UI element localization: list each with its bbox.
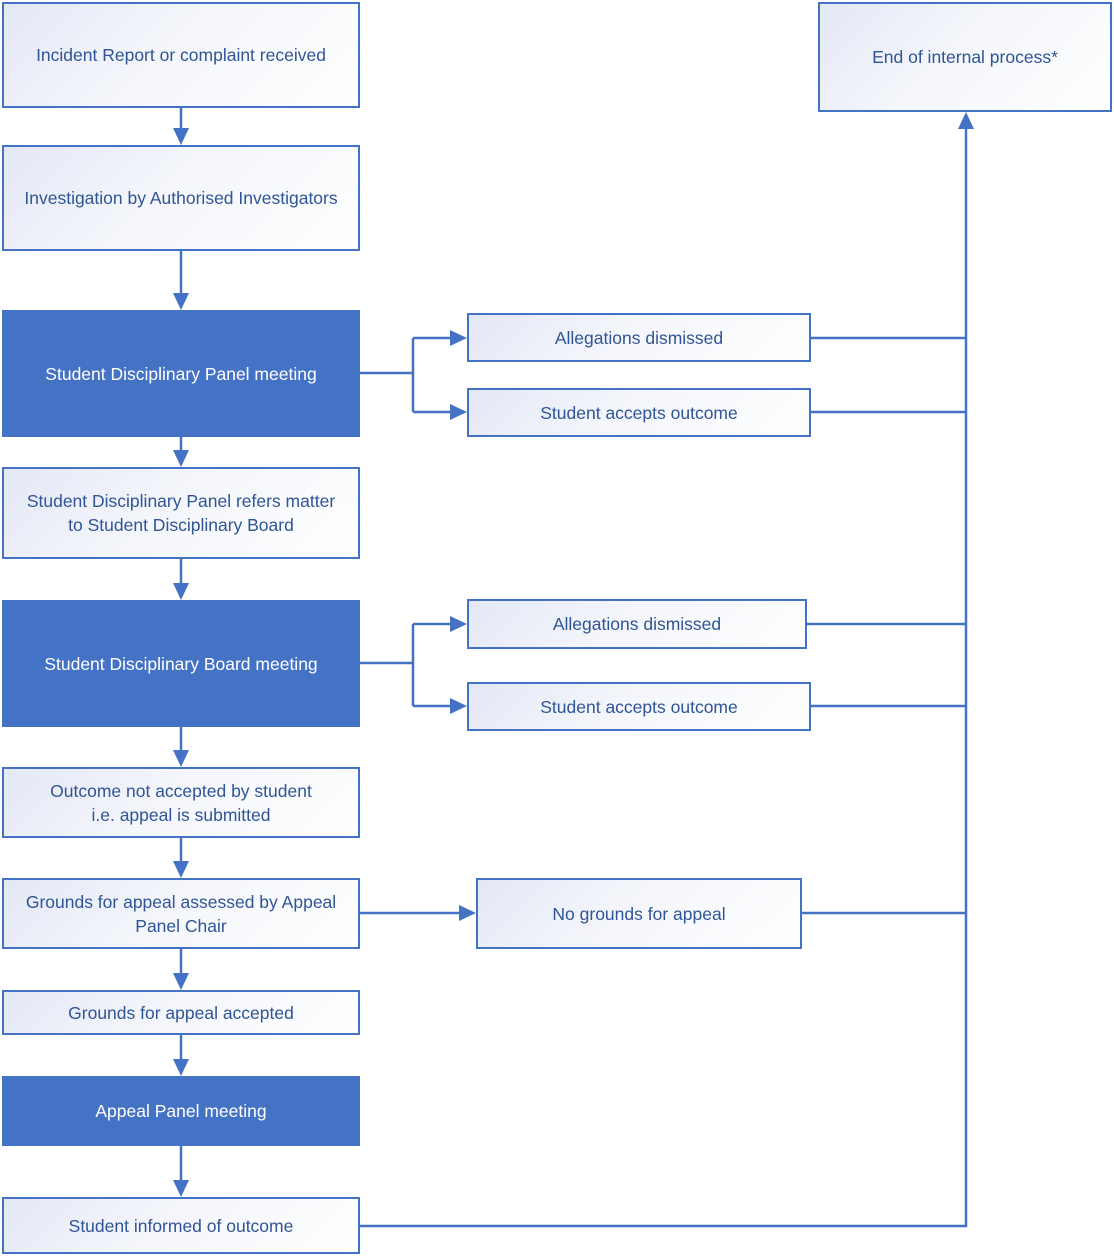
node-grounds-accepted: Grounds for appeal accepted xyxy=(2,990,360,1035)
node-panel-allegations-dismissed: Allegations dismissed xyxy=(467,313,811,362)
node-label: Student Disciplinary Board meeting xyxy=(44,653,318,674)
arrow-head-right xyxy=(450,330,467,346)
arrow-head-up xyxy=(958,112,974,129)
node-outcome-not-accepted: Outcome not accepted by student i.e. app… xyxy=(2,767,360,838)
node-board-meeting: Student Disciplinary Board meeting xyxy=(2,600,360,727)
node-incident-received: Incident Report or complaint received xyxy=(2,2,360,108)
arrow-head-down xyxy=(173,128,189,145)
node-label: Student Disciplinary Panel meeting xyxy=(45,363,317,384)
node-label: End of internal process* xyxy=(872,47,1058,67)
node-grounds-assessed: Grounds for appeal assessed by Appeal Pa… xyxy=(2,878,360,949)
arrow-head-down xyxy=(173,583,189,600)
node-panel-meeting: Student Disciplinary Panel meeting xyxy=(2,310,360,437)
node-label: Student informed of outcome xyxy=(68,1215,294,1236)
arrow-head-right xyxy=(450,698,467,714)
node-board-allegations-dismissed: Allegations dismissed xyxy=(467,599,807,649)
node-panel-refers-to-board: Student Disciplinary Panel refers matter… xyxy=(2,467,360,559)
node-panel-student-accepts: Student accepts outcome xyxy=(467,388,811,437)
node-label: Appeal Panel meeting xyxy=(95,1101,267,1121)
node-no-grounds-for-appeal: No grounds for appeal xyxy=(476,878,802,949)
arrow-head-down xyxy=(173,750,189,767)
node-label: Grounds for appeal assessed by Appeal Pa… xyxy=(25,891,337,936)
node-label: Incident Report or complaint received xyxy=(36,45,326,65)
node-appeal-panel-meeting: Appeal Panel meeting xyxy=(2,1076,360,1146)
node-label: No grounds for appeal xyxy=(552,903,726,924)
node-label: Student accepts outcome xyxy=(540,696,738,717)
arrow-head-down xyxy=(173,1180,189,1197)
node-label: Student Disciplinary Panel refers matter… xyxy=(26,491,336,535)
node-label: Allegations dismissed xyxy=(554,327,724,348)
arrow-head-down xyxy=(173,293,189,310)
arrow-head-right xyxy=(459,905,476,921)
arrow-head-down xyxy=(173,861,189,878)
node-label: Allegations dismissed xyxy=(552,614,722,634)
arrow-head-right xyxy=(450,616,467,632)
node-board-student-accepts: Student accepts outcome xyxy=(467,682,811,731)
node-end-of-internal-process: End of internal process* xyxy=(818,2,1112,112)
node-investigation: Investigation by Authorised Investigator… xyxy=(2,145,360,251)
arrow-head-down xyxy=(173,973,189,990)
arrow-head-down xyxy=(173,1059,189,1076)
node-label: Investigation by Authorised Investigator… xyxy=(24,188,338,208)
arrow-head-right xyxy=(450,404,467,420)
node-label: Student accepts outcome xyxy=(540,402,738,423)
node-label: Outcome not accepted by student i.e. app… xyxy=(50,780,312,825)
to-end-trunk-line xyxy=(360,128,968,1228)
node-label: Grounds for appeal accepted xyxy=(68,1002,294,1023)
node-student-informed: Student informed of outcome xyxy=(2,1197,360,1254)
arrow-head-down xyxy=(173,450,189,467)
flowchart-canvas: Incident Report or complaint received In… xyxy=(0,0,1114,1256)
